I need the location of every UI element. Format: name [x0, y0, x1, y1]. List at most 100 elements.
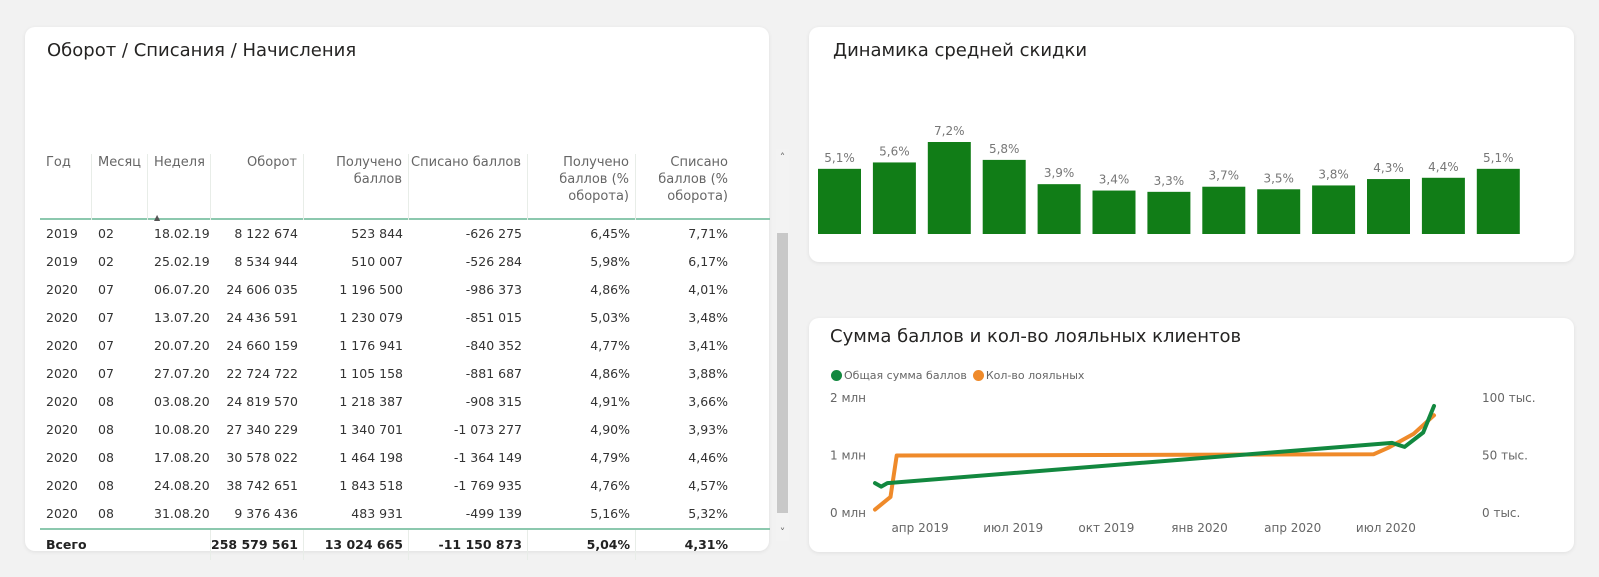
cell-points-received: 1 464 198: [339, 450, 403, 465]
column-header-points-written-off[interactable]: Списано баллов: [409, 154, 528, 220]
cell-points-written-off: -499 139: [465, 506, 522, 521]
cell-points-written-off: -1 364 149: [453, 450, 522, 465]
points-loyal-clients-card: Сумма баллов и кол-во лояльных клиентов …: [809, 318, 1574, 552]
table-row[interactable]: 2020 08 24.08.20 38 742 651 1 843 518 -1 769 …: [40, 472, 770, 500]
cell-points-received-pct: 5,98%: [590, 254, 630, 269]
chevron-down-icon[interactable]: ˅: [776, 526, 789, 539]
cell-points-received: 1 218 387: [339, 394, 403, 409]
cell-points-received-pct: 4,79%: [590, 450, 630, 465]
cell-week: 13.07.20: [154, 310, 210, 325]
bar[interactable]: [872, 162, 916, 234]
bar[interactable]: [818, 168, 861, 234]
cell-points-written-off: -840 352: [465, 338, 522, 353]
cell-points-written-off: -881 687: [465, 366, 522, 381]
avg-discount-card: Динамика средней скидки 5,1% 5,6% 7,2% 5,8%…: [809, 27, 1574, 262]
cell-week: 20.07.20: [154, 338, 210, 353]
cell-turnover: 8 534 944: [234, 254, 298, 269]
bar[interactable]: [1476, 168, 1520, 234]
cell-points-received-pct: 5,03%: [590, 310, 630, 325]
y-left-tick-label: 2 млн: [830, 391, 866, 405]
bar-data-label: 3,8%: [1318, 167, 1349, 181]
bar[interactable]: [927, 142, 971, 234]
cell-month: 07: [98, 338, 114, 353]
total-points-written-off-pct: 4,31%: [684, 537, 728, 552]
cell-points-written-off: -851 015: [465, 310, 522, 325]
cell-year: 2020: [46, 338, 78, 353]
table-title: Оборот / Списания / Начисления: [47, 40, 357, 61]
column-header-points-received[interactable]: Получено баллов: [304, 154, 409, 220]
column-header-points-written-off-pct[interactable]: Списано баллов (% оборота): [636, 154, 734, 220]
cell-points-written-off-pct: 5,32%: [688, 506, 728, 521]
cell-points-written-off: -1 073 277: [453, 422, 522, 437]
table-row[interactable]: 2020 08 31.08.20 9 376 436 483 931 -499 139 5,…: [40, 500, 770, 528]
cell-points-received-pct: 4,86%: [590, 282, 630, 297]
cell-year: 2020: [46, 310, 78, 325]
x-tick-label: апр 2019: [891, 521, 948, 535]
y-right-tick-label: 100 тыс.: [1482, 391, 1536, 405]
bar-data-label: 5,8%: [989, 142, 1020, 156]
y-right-tick-label: 50 тыс.: [1482, 449, 1528, 463]
cell-month: 08: [98, 394, 114, 409]
cell-points-received-pct: 4,90%: [590, 422, 630, 437]
chevron-up-icon[interactable]: ˄: [776, 151, 789, 164]
cell-year: 2020: [46, 394, 78, 409]
cell-points-received-pct: 6,45%: [590, 226, 630, 241]
cell-turnover: 24 819 570: [226, 394, 298, 409]
cell-week: 18.02.19: [154, 226, 210, 241]
table-row[interactable]: 2020 08 03.08.20 24 819 570 1 218 387 -908 31…: [40, 388, 770, 416]
column-header-year[interactable]: Год: [40, 154, 92, 220]
cell-points-received: 510 007: [351, 254, 403, 269]
cell-points-received: 1 176 941: [339, 338, 403, 353]
bar[interactable]: [1147, 191, 1191, 234]
table-row[interactable]: 2020 07 13.07.20 24 436 591 1 230 079 -851 01…: [40, 304, 770, 332]
cell-points-written-off-pct: 3,66%: [688, 394, 728, 409]
table-row[interactable]: 2019 02 25.02.19 8 534 944 510 007 -526 284 5,…: [40, 248, 770, 276]
table-row[interactable]: 2020 08 17.08.20 30 578 022 1 464 198 -1 364 …: [40, 444, 770, 472]
cell-year: 2020: [46, 366, 78, 381]
bar-data-label: 4,3%: [1373, 161, 1404, 175]
cell-points-written-off-pct: 3,93%: [688, 422, 728, 437]
column-header-week[interactable]: Неделя ▲: [148, 154, 211, 222]
table-row[interactable]: 2020 07 20.07.20 24 660 159 1 176 941 -840 35…: [40, 332, 770, 360]
y-right-tick-label: 0 тыс.: [1482, 506, 1520, 520]
cell-points-written-off-pct: 6,17%: [688, 254, 728, 269]
bar[interactable]: [1421, 177, 1465, 234]
bar[interactable]: [1312, 185, 1356, 234]
cell-month: 07: [98, 366, 114, 381]
column-header-turnover[interactable]: Оборот: [211, 154, 304, 220]
turnover-table-card: Оборот / Списания / Начисления Год Месяц…: [25, 27, 789, 560]
cell-points-received: 483 931: [351, 506, 403, 521]
cell-points-received: 1 340 701: [339, 422, 403, 437]
cell-turnover: 9 376 436: [234, 506, 298, 521]
cell-points-written-off-pct: 3,88%: [688, 366, 728, 381]
bar[interactable]: [1257, 189, 1301, 234]
table-row[interactable]: 2020 07 27.07.20 22 724 722 1 105 158 -881 68…: [40, 360, 770, 388]
cell-month: 07: [98, 310, 114, 325]
column-header-month[interactable]: Месяц: [92, 154, 148, 220]
series-line-total-points[interactable]: [873, 404, 1436, 489]
bar-data-label: 5,1%: [824, 151, 855, 165]
table-row[interactable]: 2020 08 10.08.20 27 340 229 1 340 701 -1 073 …: [40, 416, 770, 444]
cell-points-written-off: -526 284: [465, 254, 522, 269]
table-scrollbar[interactable]: ˄ ˅: [776, 149, 789, 541]
cell-year: 2020: [46, 422, 78, 437]
cell-points-received-pct: 4,77%: [590, 338, 630, 353]
column-header-week-label: Неделя: [154, 155, 205, 170]
table-row[interactable]: 2019 02 18.02.19 8 122 674 523 844 -626 275 6,…: [40, 220, 770, 248]
cell-points-received-pct: 5,16%: [590, 506, 630, 521]
scrollbar-thumb[interactable]: [777, 233, 788, 513]
column-header-points-received-pct[interactable]: Получено баллов (% оборота): [528, 154, 636, 220]
cell-points-received: 1 196 500: [339, 282, 403, 297]
table-row[interactable]: 2020 07 06.07.20 24 606 035 1 196 500 -986 37…: [40, 276, 770, 304]
bar[interactable]: [1367, 179, 1410, 234]
x-tick-label: июл 2020: [1356, 521, 1416, 535]
bar[interactable]: [982, 159, 1026, 234]
bar[interactable]: [1202, 186, 1246, 234]
bar[interactable]: [1037, 184, 1081, 234]
cell-year: 2019: [46, 254, 78, 269]
bar-data-label: 3,5%: [1263, 171, 1294, 185]
total-points-received: 13 024 665: [324, 537, 403, 552]
bar[interactable]: [1092, 190, 1136, 234]
cell-points-received-pct: 4,86%: [590, 366, 630, 381]
cell-points-received-pct: 4,91%: [590, 394, 630, 409]
